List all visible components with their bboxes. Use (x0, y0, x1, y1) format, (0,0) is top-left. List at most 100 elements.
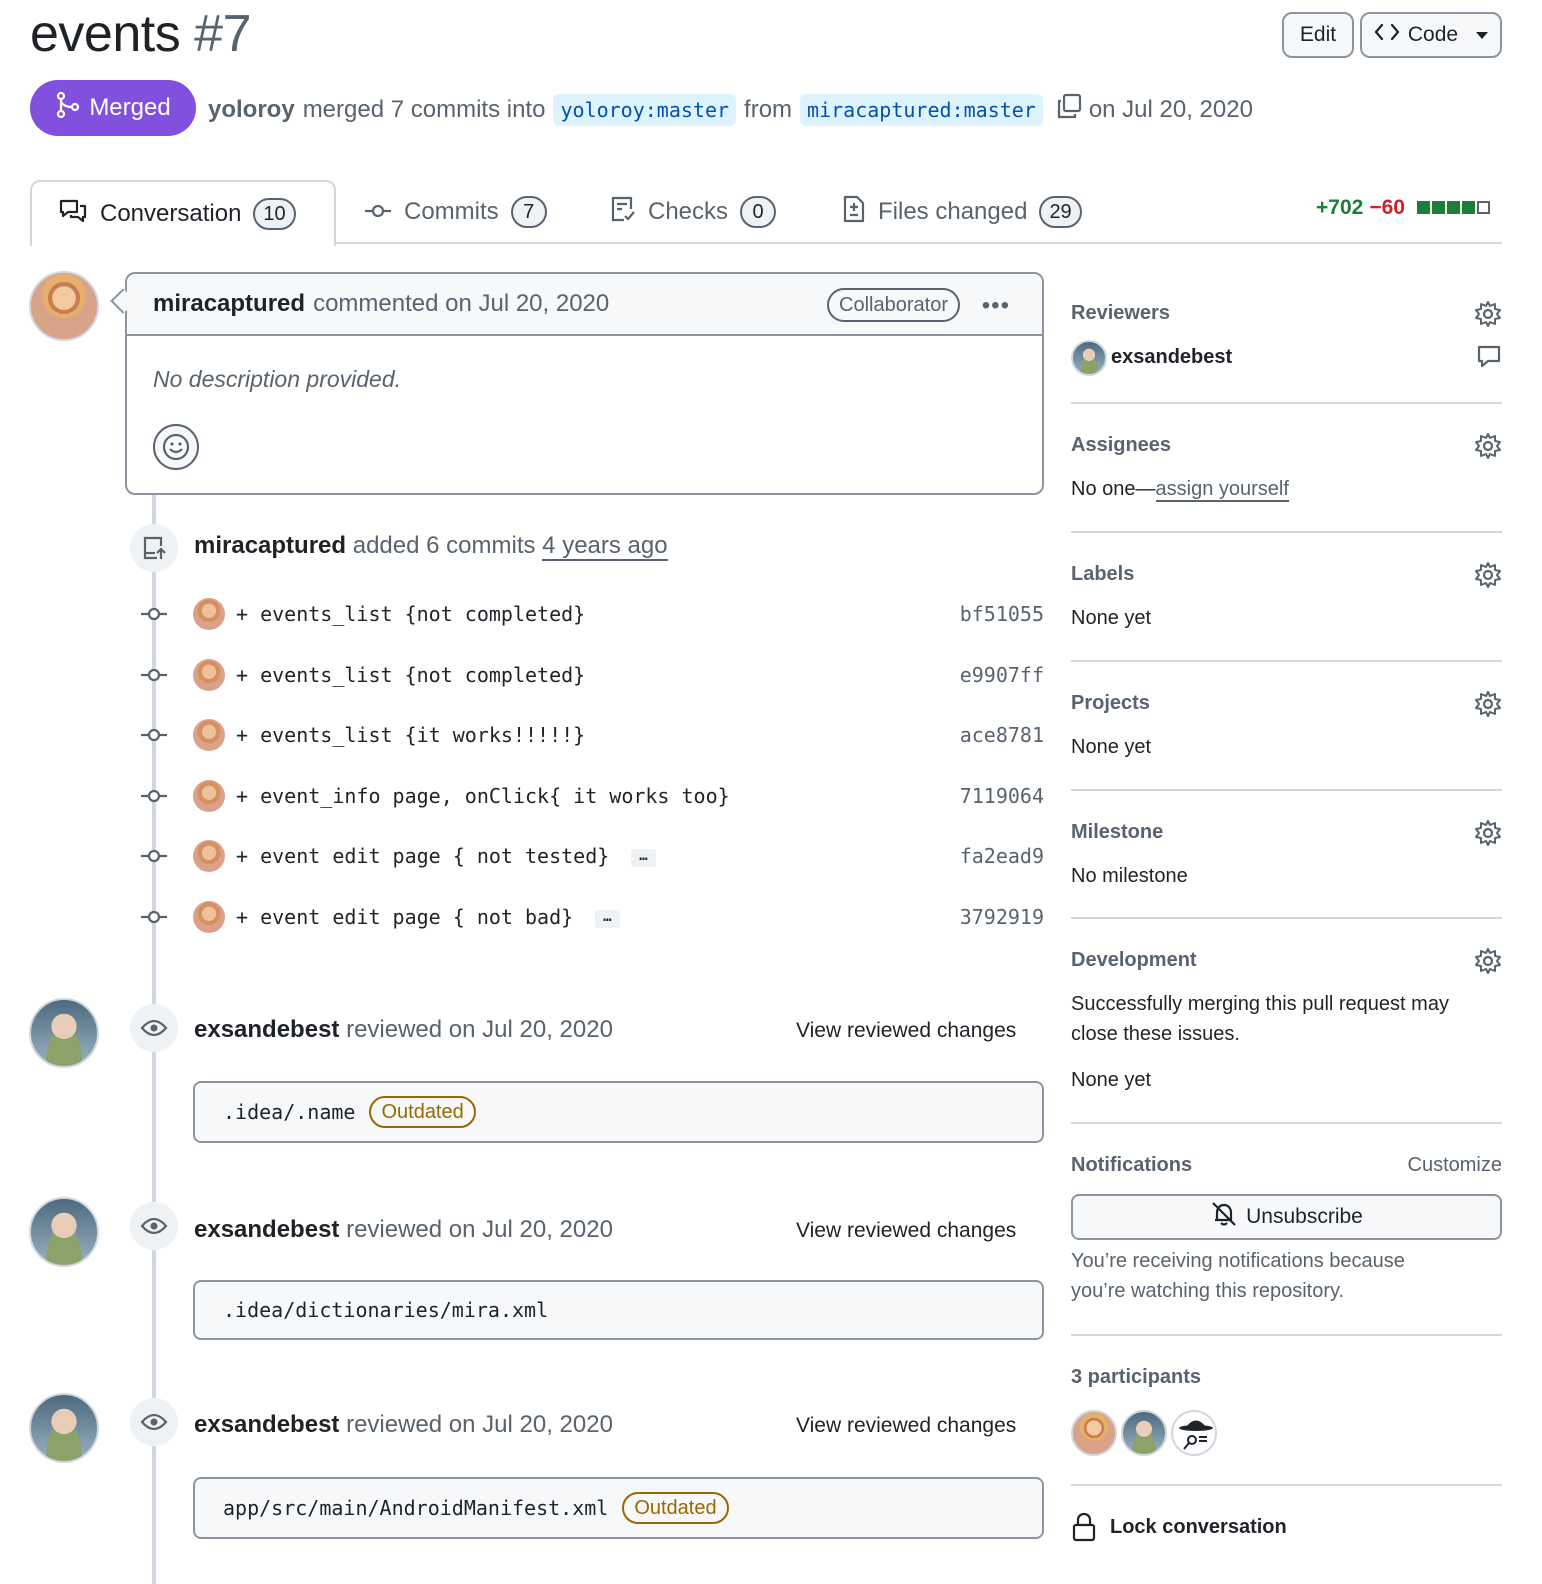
merged-label: Merged (89, 94, 171, 121)
view-reviewed-changes-link[interactable]: View reviewed changes (796, 1219, 1016, 1243)
head-branch[interactable]: miracaptured:master (800, 93, 1043, 126)
git-commit-icon (141, 607, 167, 621)
git-commit-icon (141, 910, 167, 924)
tab-checks[interactable]: Checks 0 (610, 180, 777, 244)
base-branch[interactable]: yoloroy:master (553, 93, 737, 126)
comment-timestamp[interactable]: commented on Jul 20, 2020 (313, 290, 609, 318)
merger-username[interactable]: yoloroy (208, 96, 295, 124)
tab-conversation-count: 10 (253, 198, 296, 230)
tab-conversation-label: Conversation (100, 200, 242, 227)
merge-meta: yoloroy merged 7 commits into yoloroy:ma… (208, 92, 1253, 127)
avatar[interactable] (29, 1393, 99, 1463)
view-reviewed-changes-link[interactable]: View reviewed changes (796, 1019, 1016, 1043)
commit-message[interactable]: + event edit page { not tested}… (236, 844, 656, 868)
commit-message[interactable]: + event_info page, onClick{ it works too… (236, 784, 730, 808)
avatar[interactable] (193, 901, 225, 933)
commit-message[interactable]: + events_list {it works!!!!!} (236, 723, 585, 747)
avatar[interactable] (29, 1197, 99, 1267)
avatar[interactable] (193, 780, 225, 812)
unsubscribe-label: Unsubscribe (1246, 1205, 1363, 1228)
tab-conversation[interactable]: Conversation 10 (30, 180, 336, 246)
gear-icon[interactable] (1474, 561, 1502, 594)
event-author[interactable]: miracaptured (194, 532, 346, 559)
file-path[interactable]: .idea/.name (223, 1100, 355, 1124)
repo-push-icon (130, 524, 178, 572)
edit-button[interactable]: Edit (1282, 12, 1354, 58)
lock-conversation-link[interactable]: Lock conversation (1110, 1516, 1287, 1539)
eye-icon (130, 1004, 178, 1052)
expand-message-button[interactable]: … (595, 909, 620, 928)
file-path[interactable]: app/src/main/AndroidManifest.xml (223, 1496, 608, 1520)
gear-icon[interactable] (1474, 947, 1502, 980)
review-meta[interactable]: reviewed on Jul 20, 2020 (346, 1216, 613, 1243)
list-item: + events_list {it works!!!!!} ace8781 (140, 713, 1044, 757)
event-time[interactable]: 4 years ago (542, 532, 668, 561)
code-button[interactable]: Code (1360, 12, 1502, 58)
commit-message[interactable]: + events_list {not completed} (236, 663, 585, 687)
avatar[interactable] (193, 840, 225, 872)
sidebar-participants: 3 participants (1071, 1336, 1502, 1486)
file-path[interactable]: .idea/dictionaries/mira.xml (223, 1298, 548, 1322)
diffstat[interactable]: +702 −60 (1316, 196, 1490, 220)
commit-sha[interactable]: 3792919 (960, 905, 1044, 929)
reviewer-name[interactable]: exsandebest (1111, 346, 1232, 369)
from-text: from (744, 95, 793, 123)
view-reviewed-changes-link[interactable]: View reviewed changes (796, 1414, 1016, 1438)
tab-commits-count: 7 (510, 196, 547, 228)
smiley-icon[interactable] (153, 424, 199, 470)
avatar[interactable] (193, 598, 225, 630)
commit-sha[interactable]: ace8781 (960, 723, 1044, 747)
comment-author[interactable]: miracaptured (153, 290, 305, 318)
unsubscribe-button[interactable]: Unsubscribe (1071, 1194, 1502, 1240)
avatar[interactable] (193, 659, 225, 691)
customize-link[interactable]: Customize (1408, 1154, 1502, 1177)
pr-title-text: events (30, 5, 181, 63)
review-file-header[interactable]: .idea/dictionaries/mira.xml (193, 1280, 1044, 1340)
chevron-down-icon (1476, 31, 1489, 39)
gear-icon[interactable] (1474, 690, 1502, 723)
avatar[interactable] (1121, 1410, 1167, 1456)
commit-sha[interactable]: fa2ead9 (960, 844, 1044, 868)
avatar[interactable] (1071, 1410, 1117, 1456)
commit-message[interactable]: + events_list {not completed} (236, 602, 585, 626)
review-author[interactable]: exsandebest (194, 1016, 339, 1043)
gear-icon[interactable] (1474, 432, 1502, 465)
avatar[interactable] (29, 271, 99, 341)
commit-sha[interactable]: e9907ff (960, 663, 1044, 687)
review-meta[interactable]: reviewed on Jul 20, 2020 (346, 1411, 613, 1438)
avatar[interactable] (1071, 340, 1107, 376)
tab-files-changed[interactable]: Files changed 29 (842, 180, 1082, 244)
development-description: close these issues. (1071, 1023, 1240, 1045)
avatar[interactable] (1171, 1410, 1217, 1456)
lock-icon (1071, 1512, 1097, 1547)
review-meta[interactable]: reviewed on Jul 20, 2020 (346, 1016, 613, 1043)
expand-message-button[interactable]: … (631, 848, 656, 867)
tab-checks-label: Checks (648, 198, 729, 225)
bell-slash-icon (1210, 1200, 1238, 1234)
code-button-label: Code (1407, 23, 1459, 46)
review-author[interactable]: exsandebest (194, 1216, 339, 1243)
commit-sha[interactable]: bf51055 (960, 602, 1044, 626)
diffstat-block (1446, 201, 1460, 214)
review-file-header[interactable]: app/src/main/AndroidManifest.xml Outdate… (193, 1477, 1044, 1539)
avatar[interactable] (29, 998, 99, 1068)
tab-commits[interactable]: Commits 7 (364, 180, 547, 244)
sidebar-projects: Projects None yet (1071, 662, 1502, 791)
assign-yourself-link[interactable]: assign yourself (1155, 478, 1289, 502)
kebab-menu-icon[interactable]: ••• (982, 292, 1010, 320)
commit-message[interactable]: + event edit page { not bad}… (236, 905, 620, 929)
review-author[interactable]: exsandebest (194, 1411, 339, 1438)
copy-icon[interactable] (1055, 92, 1083, 127)
commit-sha[interactable]: 7119064 (960, 784, 1044, 808)
review-file-header[interactable]: .idea/.name Outdated (193, 1081, 1044, 1143)
tab-files-changed-count: 29 (1039, 196, 1082, 228)
page-title: events #7 (30, 4, 252, 64)
merge-date: on Jul 20, 2020 (1088, 95, 1253, 123)
gear-icon[interactable] (1474, 819, 1502, 852)
gear-icon[interactable] (1474, 300, 1502, 333)
avatar[interactable] (193, 719, 225, 751)
comment-icon[interactable] (1476, 344, 1502, 375)
checklist-icon (610, 195, 636, 230)
file-diff-icon (842, 195, 866, 230)
diffstat-block (1476, 201, 1490, 214)
